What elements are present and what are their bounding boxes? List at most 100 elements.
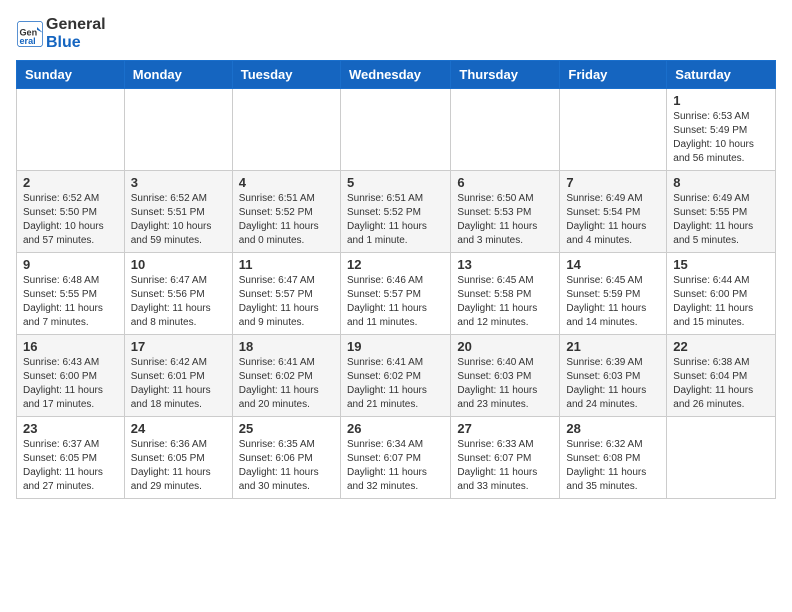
calendar-cell: 8 Sunrise: 6:49 AM Sunset: 5:55 PM Daylig… [667,171,776,253]
calendar-cell: 17 Sunrise: 6:42 AM Sunset: 6:01 PM Dayli… [124,335,232,417]
calendar-week-1: 1 Sunrise: 6:53 AM Sunset: 5:49 PM Daylig… [17,89,776,171]
day-info: Sunrise: 6:36 AM Sunset: 6:05 PM Dayligh… [131,438,226,494]
calendar-cell [340,89,450,171]
calendar-week-4: 16 Sunrise: 6:43 AM Sunset: 6:00 PM Dayli… [17,335,776,417]
calendar-cell: 20Sunrise: 6:40 AM Sunset: 6:03 PM Dayli… [451,335,560,417]
day-info: Sunrise: 6:44 AM Sunset: 6:00 PM Dayligh… [673,274,769,330]
calendar-cell: 11 Sunrise: 6:47 AM Sunset: 5:57 PM Dayli… [232,253,340,335]
day-info: Sunrise: 6:52 AM Sunset: 5:50 PM Dayligh… [23,192,118,248]
calendar-cell: 24 Sunrise: 6:36 AM Sunset: 6:05 PM Dayli… [124,417,232,499]
calendar-week-2: 2 Sunrise: 6:52 AM Sunset: 5:50 PM Daylig… [17,171,776,253]
weekday-header-thursday: Thursday [451,61,560,89]
day-info: Sunrise: 6:51 AM Sunset: 5:52 PM Dayligh… [239,192,334,248]
day-info: Sunrise: 6:48 AM Sunset: 5:55 PM Dayligh… [23,274,118,330]
calendar-cell: 3Sunrise: 6:52 AM Sunset: 5:51 PM Daylig… [124,171,232,253]
day-number: 26 [347,421,444,436]
day-number: 6 [457,175,553,190]
day-info: Sunrise: 6:47 AM Sunset: 5:56 PM Dayligh… [131,274,226,330]
day-info: Sunrise: 6:53 AM Sunset: 5:49 PM Dayligh… [673,110,769,166]
calendar-cell [560,89,667,171]
weekday-header-saturday: Saturday [667,61,776,89]
calendar-cell [667,417,776,499]
calendar-cell: 4 Sunrise: 6:51 AM Sunset: 5:52 PM Daylig… [232,171,340,253]
day-number: 24 [131,421,226,436]
day-number: 4 [239,175,334,190]
logo: Gen eral General Blue [16,16,106,52]
calendar-cell: 1 Sunrise: 6:53 AM Sunset: 5:49 PM Daylig… [667,89,776,171]
weekday-header-sunday: Sunday [17,61,125,89]
calendar-cell: 23 Sunrise: 6:37 AM Sunset: 6:05 PM Dayli… [17,417,125,499]
weekday-header-monday: Monday [124,61,232,89]
day-number: 19 [347,339,444,354]
day-number: 9 [23,257,118,272]
calendar-cell: 9 Sunrise: 6:48 AM Sunset: 5:55 PM Daylig… [17,253,125,335]
calendar-cell: 25Sunrise: 6:35 AM Sunset: 6:06 PM Dayli… [232,417,340,499]
weekday-header-row: SundayMondayTuesdayWednesdayThursdayFrid… [17,61,776,89]
calendar-cell: 15Sunrise: 6:44 AM Sunset: 6:00 PM Dayli… [667,253,776,335]
day-info: Sunrise: 6:34 AM Sunset: 6:07 PM Dayligh… [347,438,444,494]
logo-icon: Gen eral [16,20,44,48]
day-info: Sunrise: 6:49 AM Sunset: 5:54 PM Dayligh… [566,192,660,248]
day-number: 2 [23,175,118,190]
logo-blue-text: Blue [46,34,81,51]
day-number: 20 [457,339,553,354]
calendar-cell: 7 Sunrise: 6:49 AM Sunset: 5:54 PM Daylig… [560,171,667,253]
day-info: Sunrise: 6:47 AM Sunset: 5:57 PM Dayligh… [239,274,334,330]
day-number: 11 [239,257,334,272]
calendar-cell: 2 Sunrise: 6:52 AM Sunset: 5:50 PM Daylig… [17,171,125,253]
calendar-cell [232,89,340,171]
day-number: 12 [347,257,444,272]
calendar-week-5: 23 Sunrise: 6:37 AM Sunset: 6:05 PM Dayli… [17,417,776,499]
calendar-cell [17,89,125,171]
calendar-cell: 28 Sunrise: 6:32 AM Sunset: 6:08 PM Dayli… [560,417,667,499]
calendar-cell: 16 Sunrise: 6:43 AM Sunset: 6:00 PM Dayli… [17,335,125,417]
day-info: Sunrise: 6:45 AM Sunset: 5:59 PM Dayligh… [566,274,660,330]
calendar-cell: 10 Sunrise: 6:47 AM Sunset: 5:56 PM Dayli… [124,253,232,335]
calendar-table: SundayMondayTuesdayWednesdayThursdayFrid… [16,60,776,499]
day-number: 18 [239,339,334,354]
day-number: 27 [457,421,553,436]
calendar-cell [451,89,560,171]
day-number: 10 [131,257,226,272]
day-number: 14 [566,257,660,272]
calendar-cell: 12 Sunrise: 6:46 AM Sunset: 5:57 PM Dayli… [340,253,450,335]
day-info: Sunrise: 6:43 AM Sunset: 6:00 PM Dayligh… [23,356,118,412]
day-info: Sunrise: 6:42 AM Sunset: 6:01 PM Dayligh… [131,356,226,412]
weekday-header-wednesday: Wednesday [340,61,450,89]
day-number: 28 [566,421,660,436]
calendar-cell: 5 Sunrise: 6:51 AM Sunset: 5:52 PM Daylig… [340,171,450,253]
day-info: Sunrise: 6:33 AM Sunset: 6:07 PM Dayligh… [457,438,553,494]
calendar-cell: 6 Sunrise: 6:50 AM Sunset: 5:53 PM Daylig… [451,171,560,253]
day-info: Sunrise: 6:39 AM Sunset: 6:03 PM Dayligh… [566,356,660,412]
day-info: Sunrise: 6:35 AM Sunset: 6:06 PM Dayligh… [239,438,334,494]
calendar-cell: 22Sunrise: 6:38 AM Sunset: 6:04 PM Dayli… [667,335,776,417]
day-number: 21 [566,339,660,354]
day-info: Sunrise: 6:49 AM Sunset: 5:55 PM Dayligh… [673,192,769,248]
calendar-cell: 19Sunrise: 6:41 AM Sunset: 6:02 PM Dayli… [340,335,450,417]
calendar-cell: 18 Sunrise: 6:41 AM Sunset: 6:02 PM Dayli… [232,335,340,417]
day-info: Sunrise: 6:37 AM Sunset: 6:05 PM Dayligh… [23,438,118,494]
calendar-cell: 14 Sunrise: 6:45 AM Sunset: 5:59 PM Dayli… [560,253,667,335]
day-number: 23 [23,421,118,436]
day-info: Sunrise: 6:32 AM Sunset: 6:08 PM Dayligh… [566,438,660,494]
day-info: Sunrise: 6:38 AM Sunset: 6:04 PM Dayligh… [673,356,769,412]
day-number: 7 [566,175,660,190]
calendar-cell: 26 Sunrise: 6:34 AM Sunset: 6:07 PM Dayli… [340,417,450,499]
day-number: 13 [457,257,553,272]
day-number: 16 [23,339,118,354]
calendar-week-3: 9 Sunrise: 6:48 AM Sunset: 5:55 PM Daylig… [17,253,776,335]
day-number: 5 [347,175,444,190]
day-info: Sunrise: 6:41 AM Sunset: 6:02 PM Dayligh… [239,356,334,412]
day-info: Sunrise: 6:51 AM Sunset: 5:52 PM Dayligh… [347,192,444,248]
day-info: Sunrise: 6:50 AM Sunset: 5:53 PM Dayligh… [457,192,553,248]
calendar-cell: 27 Sunrise: 6:33 AM Sunset: 6:07 PM Dayli… [451,417,560,499]
day-number: 1 [673,93,769,108]
day-number: 8 [673,175,769,190]
weekday-header-friday: Friday [560,61,667,89]
day-info: Sunrise: 6:46 AM Sunset: 5:57 PM Dayligh… [347,274,444,330]
svg-text:eral: eral [20,36,36,46]
day-number: 17 [131,339,226,354]
calendar-cell: 21 Sunrise: 6:39 AM Sunset: 6:03 PM Dayli… [560,335,667,417]
day-number: 3 [131,175,226,190]
logo-general-text: General [46,16,106,33]
